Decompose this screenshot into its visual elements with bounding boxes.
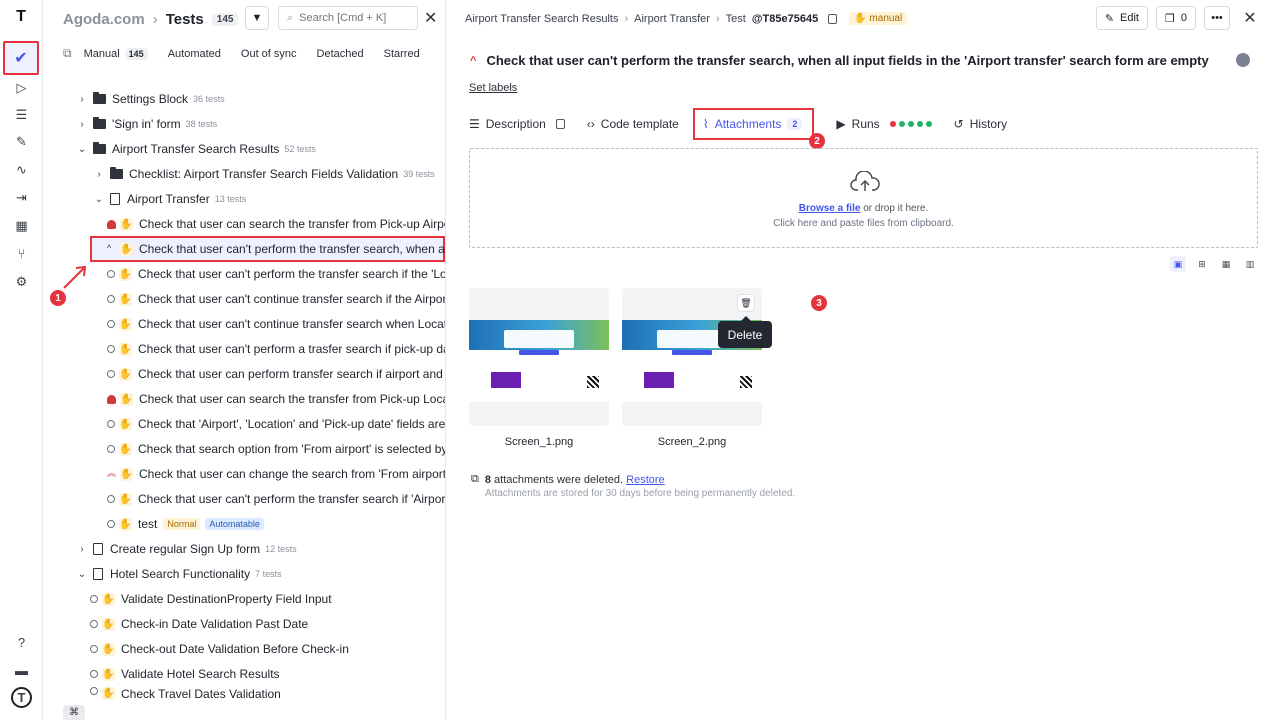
manual-tag: ✋ manual xyxy=(849,12,908,25)
delete-attachment-button[interactable]: 🗑 xyxy=(738,295,754,311)
edit-button[interactable]: ✎ Edit xyxy=(1095,6,1148,30)
dropzone-text: Browse a file or drop it here. xyxy=(798,203,929,214)
small-grid-icon[interactable]: ▦ xyxy=(1218,256,1234,272)
attachment-name[interactable]: Screen_1.png xyxy=(469,436,609,448)
crumb-suite[interactable]: Airport Transfer xyxy=(634,13,710,25)
tab-history[interactable]: ↺ History xyxy=(954,117,1007,131)
close-detail-icon[interactable]: ✕ xyxy=(1238,8,1262,28)
test-id: @T85e75645 xyxy=(751,12,819,25)
assignee-avatar[interactable] xyxy=(1236,53,1250,67)
detail-actions: ✎ Edit ❐ 0 ••• ✕ xyxy=(1095,6,1262,30)
callout-badge-2: 2 xyxy=(809,133,825,149)
restore-link[interactable]: Restore xyxy=(626,474,665,486)
trash-stack-icon: ⧉ xyxy=(471,473,479,485)
callout-badge-3: 3 xyxy=(811,295,827,311)
test-detail-panel: Airport Transfer Search Results › Airpor… xyxy=(445,0,1280,720)
attachment-thumbnail[interactable] xyxy=(469,288,609,426)
copy-icon[interactable] xyxy=(555,119,565,129)
detail-breadcrumb: Airport Transfer Search Results › Airpor… xyxy=(465,12,908,25)
app-root: T ✔ ▷ ☰ ✎ ∿ ⇥ ▦ ⑂ ⚙ ? ▬ T Agoda.com › Te… xyxy=(0,0,1280,720)
comments-button[interactable]: ❐ 0 xyxy=(1156,6,1196,30)
more-options-button[interactable]: ••• xyxy=(1204,6,1230,30)
comments-count: 0 xyxy=(1180,12,1187,24)
list-view-icon[interactable]: ▥ xyxy=(1242,256,1258,272)
paperclip-icon: ⌇ xyxy=(702,117,709,131)
chevron-right-icon: › xyxy=(624,12,629,25)
screenshot-preview xyxy=(469,320,609,402)
cloud-upload-icon xyxy=(850,171,880,191)
attachment-dropzone[interactable]: Browse a file or drop it here. Click her… xyxy=(469,148,1258,248)
delete-tooltip: Delete xyxy=(718,316,772,348)
crumb-suite-parent[interactable]: Airport Transfer Search Results xyxy=(465,13,618,25)
ellipsis-icon: ••• xyxy=(1211,12,1223,24)
detail-tabs: ☰ Description ‹› Code template ⌇ Attachment… xyxy=(469,108,1029,140)
pencil-icon: ✎ xyxy=(1104,12,1115,25)
comment-icon: ❐ xyxy=(1165,12,1175,25)
tab-runs[interactable]: ▶ Runs xyxy=(836,117,932,131)
deleted-count: 8 xyxy=(484,473,491,486)
trash-icon: 🗑 xyxy=(740,297,752,308)
set-labels-link[interactable]: Set labels xyxy=(469,82,517,94)
history-icon: ↺ xyxy=(953,117,964,131)
chevron-right-icon: › xyxy=(715,12,720,25)
tab-attachments[interactable]: ⌇ Attachments 2 xyxy=(692,108,815,140)
runs-status-dots xyxy=(889,121,932,127)
code-icon: ‹› xyxy=(586,117,595,131)
collapse-chevron-icon[interactable]: ^ xyxy=(470,55,476,67)
crumb-test-prefix: Test xyxy=(725,12,746,25)
retention-note: Attachments are stored for 30 days befor… xyxy=(485,488,796,499)
attachments-count-badge: 2 xyxy=(787,118,803,130)
browse-file-link[interactable]: Browse a file xyxy=(799,203,861,214)
attachment-name[interactable]: Screen_2.png xyxy=(622,436,762,448)
list-icon: ☰ xyxy=(469,117,480,131)
copy-icon[interactable] xyxy=(828,13,838,24)
edit-label: Edit xyxy=(1120,12,1139,24)
arrow-1 xyxy=(63,267,85,289)
tab-code-template[interactable]: ‹› Code template xyxy=(587,117,679,131)
tab-description[interactable]: ☰ Description xyxy=(469,117,565,131)
play-icon: ▶ xyxy=(836,117,846,131)
test-title: ^ Check that user can't perform the tran… xyxy=(470,53,1209,68)
large-thumbnails-icon[interactable]: ▣ xyxy=(1170,256,1186,272)
view-mode-toggles: ▣ ⊞ ▦ ▥ xyxy=(1170,256,1258,272)
grid-view-icon[interactable]: ⊞ xyxy=(1194,256,1210,272)
paste-clipboard-text[interactable]: Click here and paste files from clipboar… xyxy=(470,218,1257,229)
test-title-text: Check that user can't perform the transf… xyxy=(486,53,1209,68)
deleted-attachments-note: ⧉ 8 attachments were deleted. Restore xyxy=(471,473,665,486)
